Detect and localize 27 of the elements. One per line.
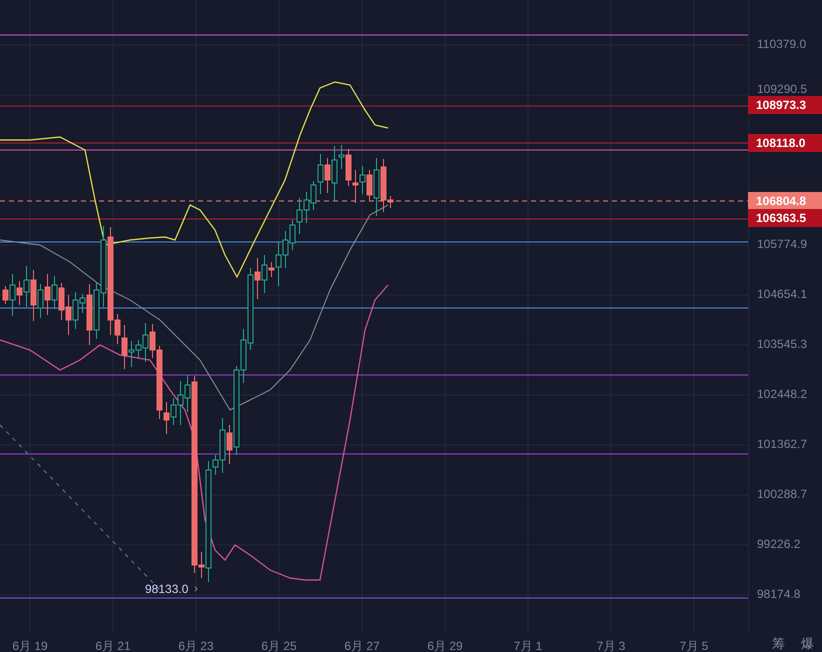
price-label: 109290.5 <box>757 82 808 96</box>
date-label: 7月 1 <box>514 638 542 652</box>
price-label: 99226.2 <box>757 537 800 551</box>
price-tag: 106804.8 <box>748 192 822 210</box>
date-label: 6月 21 <box>95 638 131 652</box>
date-label: 7月 3 <box>596 638 626 652</box>
price-label: 101362.7 <box>757 437 808 451</box>
price-label: 100288.7 <box>757 487 808 501</box>
date-label: 6月 19 <box>12 638 48 652</box>
date-label: 6月 29 <box>427 638 463 652</box>
price-label: 98174.8 <box>757 587 800 601</box>
date-label: 6月 23 <box>178 638 214 652</box>
date-label: 6月 27 <box>344 638 380 652</box>
price-tag: 106363.5 <box>748 209 822 227</box>
toolbar-button[interactable]: 筹 <box>768 635 789 652</box>
price-label: 103545.3 <box>757 337 808 351</box>
toolbar-button[interactable]: 爆 <box>797 635 818 652</box>
price-label: 102448.2 <box>757 387 808 401</box>
price-label: 110379.0 <box>757 37 806 51</box>
price-tag: 108973.3 <box>748 96 822 114</box>
price-label: 105774.9 <box>757 237 808 251</box>
date-label: 7月 5 <box>680 638 708 652</box>
price-label: 104654.1 <box>757 287 808 301</box>
date-label: 6月 25 <box>261 638 297 652</box>
chevron-icon: › <box>194 581 198 595</box>
price-tag: 108118.0 <box>748 134 822 152</box>
low-price-label: 98133.0 <box>145 582 188 596</box>
